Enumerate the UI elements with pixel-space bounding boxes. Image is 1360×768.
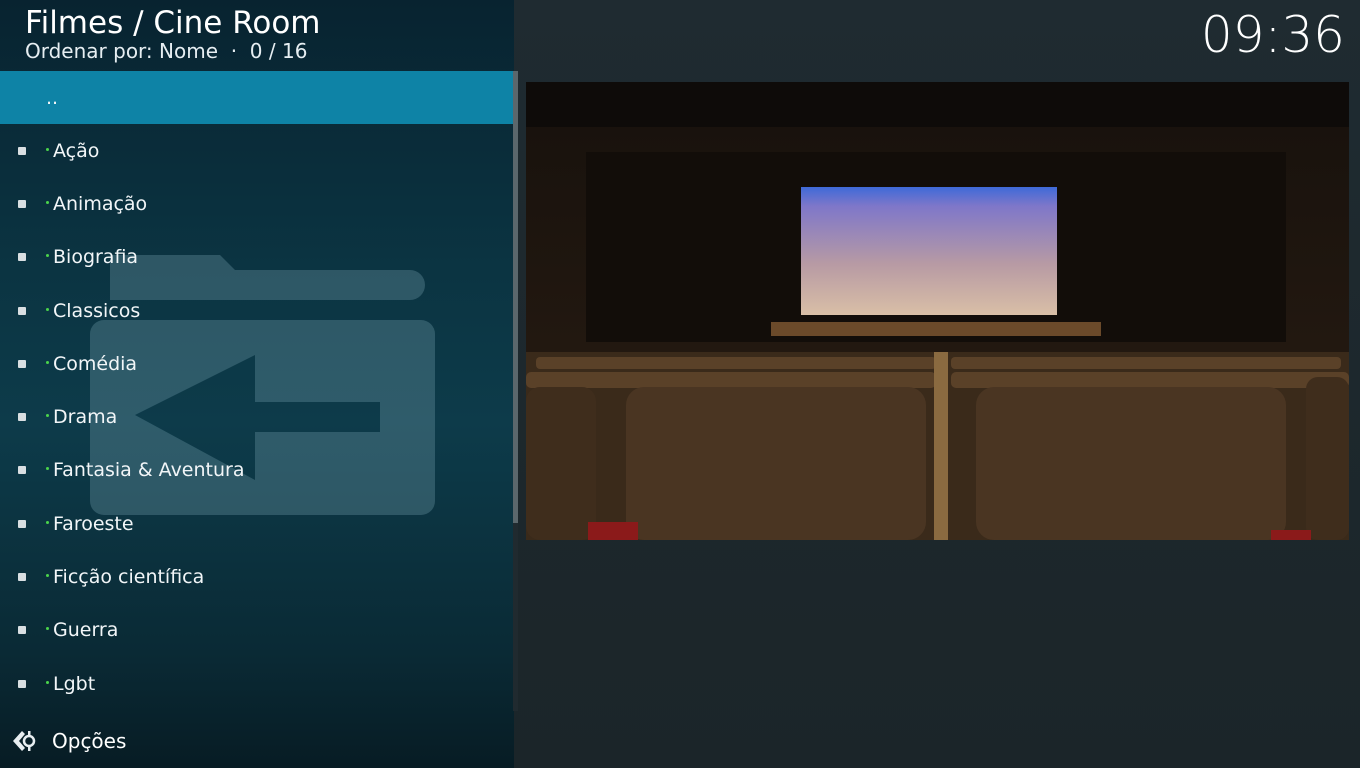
list-item[interactable]: Faroeste (0, 497, 514, 550)
unwatched-dot-icon (46, 414, 49, 418)
list-item-label: Drama (53, 406, 118, 429)
bullet-icon (18, 573, 26, 582)
unwatched-dot-icon (46, 200, 49, 204)
list-item-label: Animação (53, 192, 148, 215)
unwatched-dot-icon (46, 627, 49, 631)
list-item[interactable]: Guerra (0, 604, 514, 657)
list-item[interactable]: Drama (0, 390, 514, 443)
clock: 09:36 (1200, 6, 1345, 64)
list-item-label: Comédia (53, 352, 138, 375)
unwatched-dot-icon (46, 467, 49, 471)
bullet-icon (18, 199, 26, 208)
options-button[interactable]: Opções (10, 726, 126, 756)
unwatched-dot-icon (46, 254, 49, 258)
list-item[interactable]: Fantasia & Aventura (0, 444, 514, 497)
bullet-icon (18, 679, 26, 688)
list-item[interactable]: Classicos (0, 284, 514, 337)
list-item-label: Ação (53, 139, 100, 162)
bullet-icon (18, 253, 26, 262)
unwatched-dot-icon (46, 520, 49, 524)
unwatched-dot-icon (46, 307, 49, 311)
bullet-icon (18, 413, 26, 422)
unwatched-dot-icon (46, 360, 49, 364)
page-title: Filmes / Cine Room (25, 5, 321, 41)
list-item-label: Lgbt (53, 672, 96, 695)
bullet-icon (18, 306, 26, 315)
list-item-label: .. (46, 86, 59, 109)
unwatched-dot-icon (46, 147, 49, 151)
bullet-icon (18, 626, 26, 635)
list-item-label: Guerra (53, 619, 119, 642)
bullet-icon (18, 146, 26, 155)
list-item[interactable]: Lgbt (0, 657, 514, 710)
genre-list: .. Ação Animação Biografia Classicos Com… (0, 71, 514, 710)
list-item-label: Classicos (53, 299, 141, 322)
list-item[interactable]: Animação (0, 177, 514, 230)
list-item-label: Faroeste (53, 512, 134, 535)
bullet-icon (18, 466, 26, 475)
fanart-image (526, 82, 1349, 540)
bullet-icon (18, 519, 26, 528)
bullet-icon (18, 359, 26, 368)
options-label: Opções (52, 729, 127, 753)
list-item-label: Fantasia & Aventura (53, 459, 245, 482)
unwatched-dot-icon (46, 680, 49, 684)
scrollbar[interactable] (513, 71, 518, 711)
list-item-parent[interactable]: .. (0, 71, 514, 124)
list-item[interactable]: Biografia (0, 231, 514, 284)
sort-info: Ordenar por: Nome · 0 / 16 (25, 39, 308, 63)
list-item-label: Ficção científica (53, 566, 205, 589)
unwatched-dot-icon (46, 574, 49, 578)
scrollbar-thumb[interactable] (513, 71, 518, 523)
list-item[interactable]: Ficção científica (0, 550, 514, 603)
cinema-image (526, 82, 1349, 540)
list-item[interactable]: Ação (0, 124, 514, 177)
list-item[interactable]: Comédia (0, 337, 514, 390)
options-arrow-icon (13, 731, 36, 751)
list-item-label: Biografia (53, 246, 139, 269)
